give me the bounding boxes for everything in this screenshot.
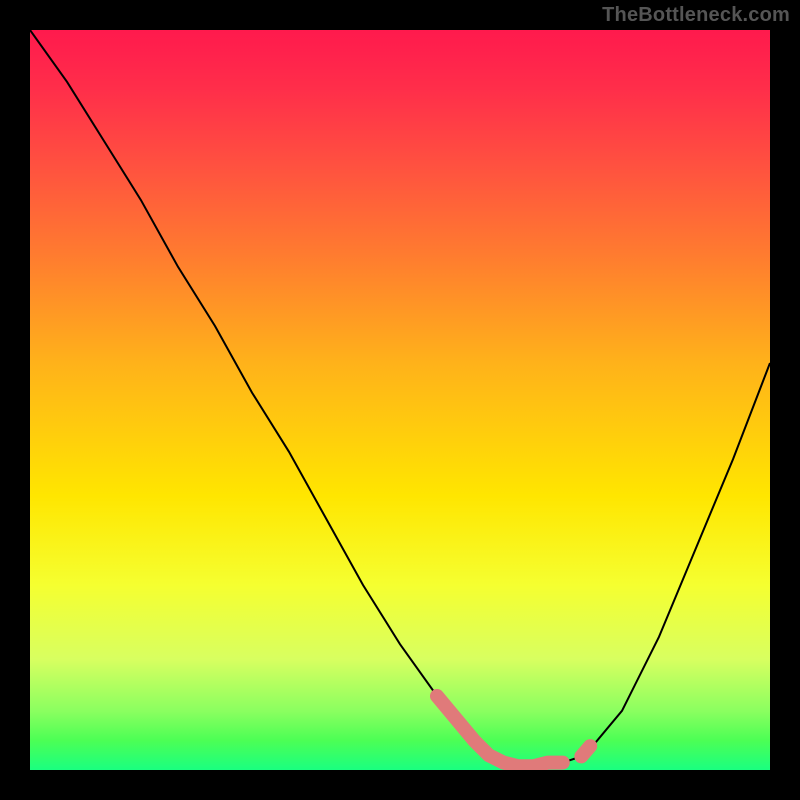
watermark-text: TheBottleneck.com [602,4,790,27]
bottleneck-curve [30,30,770,770]
highlight-band-2 [581,746,590,756]
plot-area [30,30,770,770]
highlight-band [437,696,563,766]
curve-line [30,30,770,766]
chart-frame: TheBottleneck.com [0,0,800,800]
